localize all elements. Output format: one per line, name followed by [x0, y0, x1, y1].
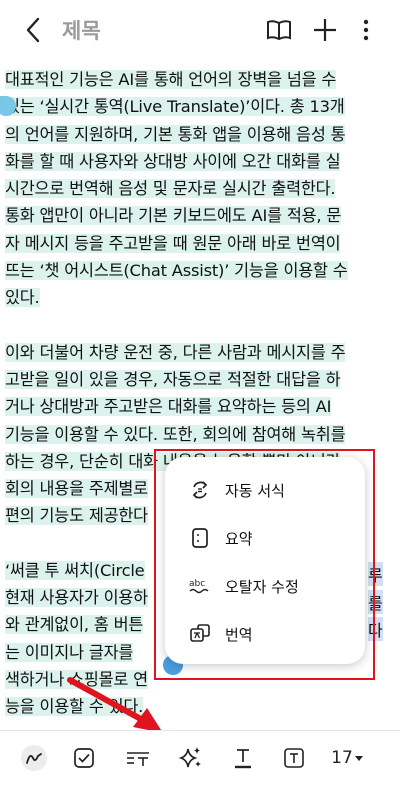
checkbox-icon[interactable]: [68, 741, 100, 775]
text-line: 는 이미지나 글자를: [5, 642, 134, 662]
text-line: 고받을 일이 있을 경우, 자동으로 적절한 대답을 하: [5, 369, 341, 389]
font-size-dropdown[interactable]: 17: [328, 741, 368, 775]
annotation-highlight-box: [154, 449, 375, 680]
text-line: 이와 더불어 차량 운전 중, 다른 사람과 메시지를 주: [5, 342, 346, 362]
bottom-toolbar: 17: [0, 730, 400, 787]
more-options-icon[interactable]: [352, 16, 380, 44]
text-line: 현재 사용자가 이용하: [5, 588, 148, 608]
paragraph-1: 대표적인 기능은 AI를 통해 언어의 장벽을 넘을 수 있는 ‘실시간 통역(…: [5, 66, 385, 312]
text-line: 대표적인 기능은 AI를 통해 언어의 장벽을 넘을 수: [5, 70, 337, 89]
font-size-value: 17: [331, 748, 353, 768]
text-line: 편의 기능도 제공한다: [5, 506, 148, 526]
text-line: 색하거나 쇼핑몰로 연: [5, 669, 148, 689]
top-bar: 제목: [0, 0, 400, 60]
text-box-icon[interactable]: [278, 741, 310, 775]
ai-sparkle-icon[interactable]: [175, 741, 207, 775]
chevron-down-icon: [354, 756, 363, 761]
text-line: 와 관계없이, 홈 버튼: [5, 615, 144, 635]
text-line: ‘써클 투 써치(Circle: [5, 560, 145, 580]
text-line: 회의 내용을 주제별로: [5, 479, 148, 499]
pen-icon[interactable]: [18, 741, 50, 775]
add-icon[interactable]: [311, 16, 339, 44]
text-line: 의 언어를 지원하며, 기본 통화 앱을 이용해 음성 통: [5, 124, 346, 144]
text-line: 자 메시지 등을 주고받을 때 원문 아래 바로 번역이: [5, 233, 341, 253]
text-line: 거나 상대방과 주고받은 대화를 요약하는 등의 AI: [5, 397, 332, 417]
note-title[interactable]: 제목: [62, 15, 101, 45]
text-line: 통화 앱만이 아니라 기본 키보드에도 AI를 적용, 문: [5, 206, 342, 226]
text-format-icon[interactable]: [122, 741, 154, 775]
text-underline-icon[interactable]: [227, 741, 259, 775]
text-line: 시간으로 번역해 음성 및 문자로 실시간 출력한다.: [5, 179, 336, 199]
text-line: 화를 할 때 사용자와 상대방 사이에 오간 대화를 실: [5, 151, 341, 171]
text-line: 능을 이용할 수 있다.: [5, 697, 144, 717]
text-line: 기능을 이용할 수 있다. 또한, 회의에 참여해 녹취를: [5, 424, 346, 444]
back-arrow-icon[interactable]: [22, 16, 46, 44]
book-view-icon[interactable]: [265, 16, 293, 44]
text-line: 있다.: [5, 288, 40, 308]
text-line: 뜨는 ‘챗 어시스트(Chat Assist)’ 기능을 이용할 수: [5, 261, 348, 281]
text-line: 있는 ‘실시간 통역(Live Translate)’이다. 총 13개: [5, 97, 345, 117]
